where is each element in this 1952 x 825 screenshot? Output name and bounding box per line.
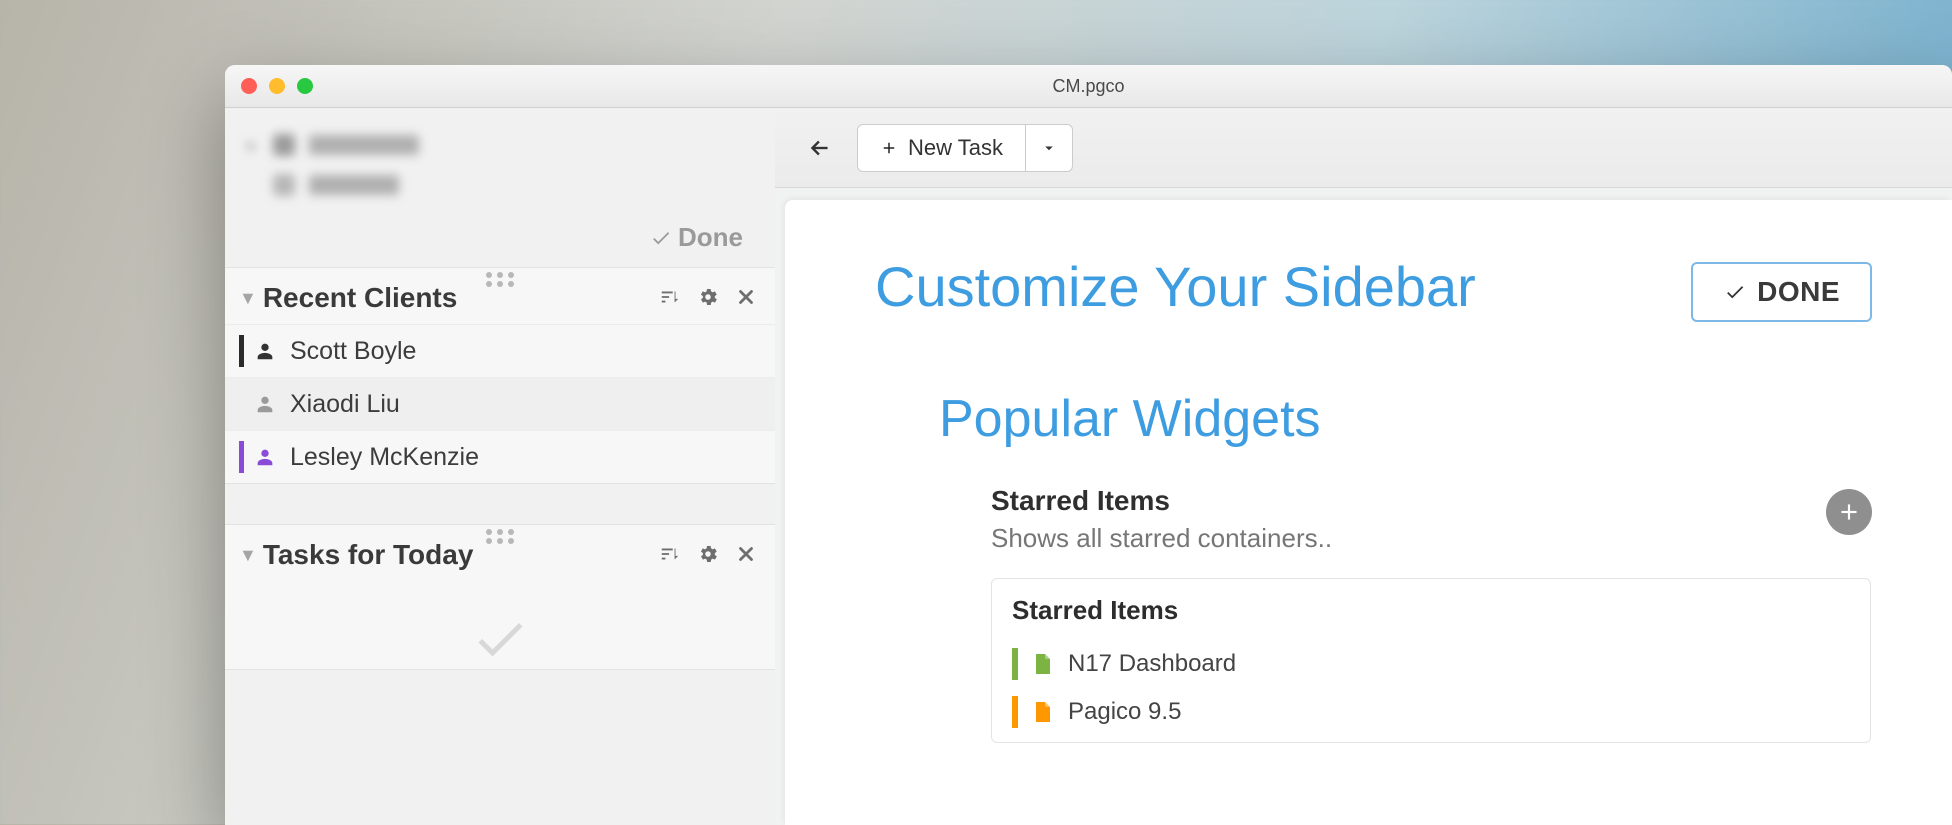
widget-settings-button[interactable] [697, 543, 719, 568]
window-title: CM.pgco [225, 76, 1952, 97]
tasks-today-empty [225, 581, 775, 669]
main-content: Customize Your Sidebar DONE Popular Widg… [785, 200, 1952, 825]
widget-header[interactable]: ▼ Recent Clients [225, 268, 775, 324]
sidebar-blurred-section: ▸ [225, 108, 775, 214]
widget-title-text: Tasks for Today [263, 539, 474, 571]
accent-bar [1012, 696, 1018, 728]
widget-remove-button[interactable] [735, 286, 757, 311]
widget-sort-button[interactable] [659, 286, 681, 311]
minimize-window-button[interactable] [269, 78, 285, 94]
close-icon [735, 286, 757, 308]
widget-option-desc: Shows all starred containers.. [991, 523, 1872, 554]
widget-sort-button[interactable] [659, 543, 681, 568]
close-icon [735, 543, 757, 565]
widget-preview-card: Starred Items N17 Dashboard Pagico 9.5 [991, 578, 1871, 743]
sidebar: ▸ Done ▼ Recent Clients Scott Boyle Xiaodi… [225, 108, 775, 825]
plus-icon [880, 139, 898, 157]
client-name: Xiaodi Liu [290, 390, 400, 419]
client-name: Scott Boyle [290, 337, 416, 366]
back-button[interactable] [803, 131, 837, 165]
widget-title-text: Recent Clients [263, 282, 458, 314]
sidebar-done-label: Done [678, 222, 743, 252]
section-title: Popular Widgets [939, 389, 1872, 449]
person-icon [254, 392, 276, 416]
person-icon [254, 339, 276, 363]
widget-option-name: Starred Items [991, 485, 1872, 517]
document-icon [1030, 649, 1054, 679]
new-task-button-group: New Task [857, 124, 1073, 172]
titlebar: CM.pgco [225, 65, 1952, 108]
gear-icon [697, 543, 719, 565]
check-icon [650, 227, 672, 249]
toolbar: New Task [775, 108, 1952, 188]
accent-bar [239, 388, 244, 420]
gear-icon [697, 286, 719, 308]
drag-handle-icon[interactable] [486, 529, 514, 544]
sidebar-widget-recent-clients: ▼ Recent Clients Scott Boyle Xiaodi Liu Les… [225, 267, 775, 484]
sidebar-done-row[interactable]: Done [225, 214, 775, 267]
sort-icon [659, 543, 681, 565]
check-icon [1723, 281, 1747, 303]
client-name: Lesley McKenzie [290, 443, 479, 472]
drag-handle-icon[interactable] [486, 272, 514, 287]
zoom-window-button[interactable] [297, 78, 313, 94]
widget-header[interactable]: ▼ Tasks for Today [225, 525, 775, 581]
arrow-left-icon [807, 135, 833, 161]
accent-bar [239, 441, 244, 473]
accent-bar [239, 335, 244, 367]
sidebar-widget-tasks-today: ▼ Tasks for Today [225, 524, 775, 670]
preview-row[interactable]: N17 Dashboard [1012, 640, 1850, 688]
new-task-button[interactable]: New Task [857, 124, 1026, 172]
disclosure-triangle-icon[interactable]: ▼ [239, 288, 257, 309]
client-row[interactable]: Xiaodi Liu [225, 377, 775, 430]
preview-row-label: N17 Dashboard [1068, 650, 1236, 678]
new-task-dropdown[interactable] [1026, 124, 1073, 172]
preview-title: Starred Items [1012, 595, 1850, 626]
preview-row[interactable]: Pagico 9.5 [1012, 688, 1850, 736]
sort-icon [659, 286, 681, 308]
person-icon [254, 445, 276, 469]
widget-option-starred: Starred Items Shows all starred containe… [991, 485, 1872, 554]
document-icon [1030, 697, 1054, 727]
client-row[interactable]: Lesley McKenzie [225, 430, 775, 483]
add-widget-button[interactable] [1826, 489, 1872, 535]
preview-row-label: Pagico 9.5 [1068, 698, 1181, 726]
disclosure-triangle-icon[interactable]: ▼ [239, 545, 257, 566]
plus-icon [1836, 499, 1862, 525]
widget-remove-button[interactable] [735, 543, 757, 568]
done-button[interactable]: DONE [1691, 262, 1872, 322]
done-button-label: DONE [1757, 276, 1840, 308]
page-title: Customize Your Sidebar [875, 254, 1476, 319]
client-row[interactable]: Scott Boyle [225, 324, 775, 377]
close-window-button[interactable] [241, 78, 257, 94]
big-check-icon [465, 609, 535, 669]
chevron-down-icon [1040, 139, 1058, 157]
widget-settings-button[interactable] [697, 286, 719, 311]
new-task-label: New Task [908, 135, 1003, 161]
accent-bar [1012, 648, 1018, 680]
window-controls [241, 78, 313, 94]
app-window: CM.pgco ▸ Done ▼ Recent Clients Scott Boy… [225, 65, 1952, 825]
